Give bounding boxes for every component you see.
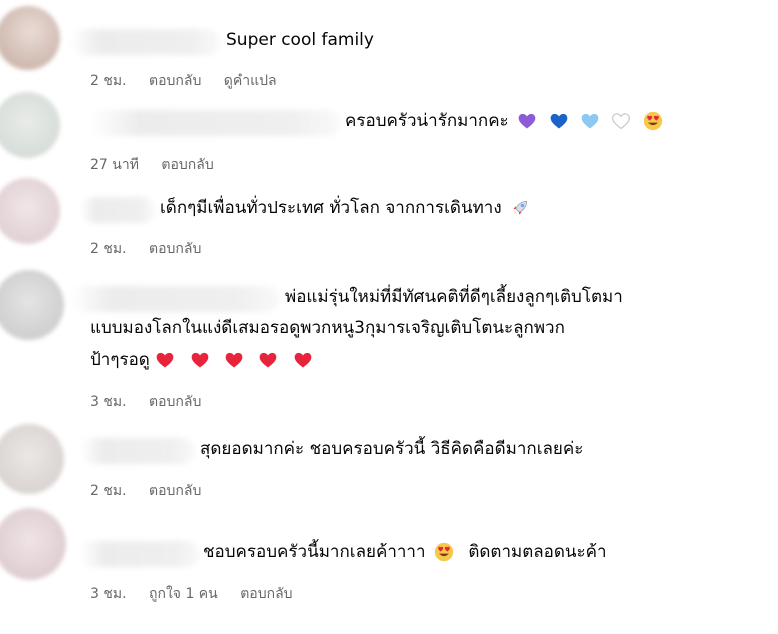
comment-text: เด็กๆมีเพื่อนทั่วประเทศ ทั่วโลก จากการเด… [160,193,533,224]
comment-meta: 2 ชม. ตอบกลับ [90,238,219,260]
white-heart-icon [611,111,631,131]
comment-meta: 3 ชม. ตอบกลับ [90,391,219,413]
avatar[interactable] [0,424,64,494]
comment-text-content: ครอบครัวน่ารักมากคะ [345,111,509,131]
comment-text: ชอบครอบครัวนี้มากเลยค้าาาา ติดตามตลอดนะค… [203,537,607,568]
reply-link[interactable]: ตอบกลับ [149,394,201,410]
blue-heart-icon [549,111,569,131]
comment-text-content: ชอบครอบครัวนี้มากเลยค้าาาา [203,542,426,562]
commenter-name[interactable] [90,110,340,136]
heart-eyes-icon [434,542,454,562]
red-heart-icon [258,350,278,370]
comment-time[interactable]: 3 ชม. [90,394,127,410]
comment-text-line: แบบมองโลกในแง่ดีเสมอรอดูพวกหนู3กุมารเจริ… [90,318,565,338]
translate-link[interactable]: ดูคำแปล [224,73,277,89]
comment-text-content: ติดตามตลอดนะค้า [468,542,607,562]
commenter-name[interactable] [70,29,220,55]
comment-meta: 27 นาที ตอบกลับ [90,154,232,176]
comment-meta: 2 ชม. ตอบกลับ ดูคำแปล [90,70,295,92]
comment-time[interactable]: 2 ชม. [90,73,127,89]
comment-text: ครอบครัวน่ารักมากคะ [345,106,666,137]
comment-text-line: ป้าๆรอดู [90,345,316,376]
red-heart-icon [293,350,313,370]
purple-heart-icon [517,111,537,131]
comment-text: สุดยอดมากค่ะ ชอบครอบครัวนี้ วิธีคิดคือดี… [200,439,584,459]
heart-eyes-icon [643,111,662,131]
comment-text-content: ป้าๆรอดู [90,350,150,370]
avatar[interactable] [0,270,64,340]
avatar[interactable] [0,6,60,70]
reply-link[interactable]: ตอบกลับ [149,483,201,499]
commenter-name[interactable] [80,438,195,464]
comment-time[interactable]: 2 ชม. [90,241,127,257]
red-heart-icon [224,350,244,370]
comment-time[interactable]: 2 ชม. [90,483,127,499]
comment-time[interactable]: 27 นาที [90,157,139,173]
avatar[interactable] [0,508,66,580]
likes-count[interactable]: ถูกใจ 1 คน [149,586,218,602]
comment-text-content: เด็กๆมีเพื่อนทั่วประเทศ ทั่วโลก จากการเด… [160,198,502,218]
avatar[interactable] [0,178,60,244]
comment-text: Super cool family [226,30,374,50]
avatar[interactable] [0,92,60,158]
reply-link[interactable]: ตอบกลับ [149,73,201,89]
comment-meta: 3 ชม. ถูกใจ 1 คน ตอบกลับ [90,583,311,605]
comment-time[interactable]: 3 ชม. [90,586,127,602]
red-heart-icon [155,350,175,370]
reply-link[interactable]: ตอบกลับ [240,586,292,602]
commenter-name[interactable] [80,197,155,223]
red-heart-icon [190,350,210,370]
rocket-icon [513,200,528,215]
comment-meta: 2 ชม. ตอบกลับ [90,480,219,502]
commenter-name[interactable] [70,286,280,312]
reply-link[interactable]: ตอบกลับ [149,241,201,257]
light-blue-heart-icon [580,111,600,131]
commenter-name[interactable] [80,541,200,567]
reply-link[interactable]: ตอบกลับ [161,157,213,173]
comment-text-line: พ่อแม่รุ่นใหม่ที่มีทัศนคติที่ดีๆเลี้ยงลู… [285,287,623,307]
